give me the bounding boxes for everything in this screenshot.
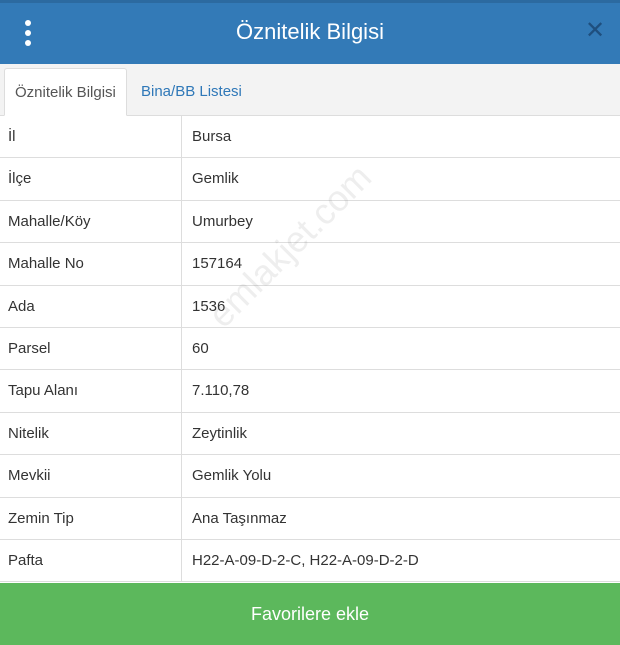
row-key: Pafta	[0, 539, 182, 582]
table-row: Nitelik Zeytinlik	[0, 412, 620, 456]
tab-bar: Öznitelik Bilgisi Bina/BB Listesi	[0, 64, 620, 116]
table-row: Pafta H22-A-09-D-2-C, H22-A-09-D-2-D	[0, 539, 620, 583]
tab-attribute-info[interactable]: Öznitelik Bilgisi	[4, 68, 127, 116]
row-value: 1536	[192, 297, 226, 315]
row-key: İl	[0, 116, 182, 158]
row-key: İlçe	[0, 158, 182, 200]
dialog-title: Öznitelik Bilgisi	[236, 19, 384, 44]
row-value: H22-A-09-D-2-C, H22-A-09-D-2-D	[192, 551, 419, 569]
table-row: Tapu Alanı 7.110,78	[0, 370, 620, 413]
close-icon[interactable]: ✕	[584, 19, 606, 43]
row-value: Gemlik Yolu	[192, 467, 272, 485]
row-key: Tapu Alanı	[0, 370, 182, 412]
table-row: Mahalle No 157164	[0, 243, 620, 286]
row-value: 7.110,78	[192, 382, 250, 400]
table-row: Mahalle/Köy Umurbey	[0, 200, 620, 244]
row-value: Gemlik	[192, 170, 239, 188]
dialog-header: Öznitelik Bilgisi ✕	[0, 0, 620, 64]
table-row: İlçe Gemlik	[0, 158, 620, 201]
add-to-favorites-button[interactable]: Favorilere ekle	[0, 583, 620, 645]
row-key: Mahalle/Köy	[0, 200, 182, 243]
row-key: Zemin Tip	[0, 497, 182, 539]
table-row: Zemin Tip Ana Taşınmaz	[0, 497, 620, 540]
row-value: Zeytinlik	[192, 424, 248, 442]
row-key: Mevkii	[0, 455, 182, 497]
row-key: Mahalle No	[0, 243, 182, 285]
attribute-table: İl Bursa İlçe Gemlik Mahalle/Köy Umurbey…	[0, 116, 620, 583]
row-value: Bursa	[192, 128, 232, 145]
row-value: Ana Taşınmaz	[192, 509, 287, 527]
row-value: 60	[192, 339, 209, 357]
row-key: Parsel	[0, 327, 182, 370]
row-key: Nitelik	[0, 412, 182, 455]
row-key: Ada	[0, 285, 182, 327]
row-value: Umurbey	[192, 212, 253, 230]
row-value: 157164	[192, 255, 243, 273]
table-row: Parsel 60	[0, 327, 620, 371]
tab-building-list[interactable]: Bina/BB Listesi	[131, 68, 252, 116]
table-row: Mevkii Gemlik Yolu	[0, 455, 620, 498]
table-row: İl Bursa	[0, 116, 620, 159]
table-row: Ada 1536	[0, 285, 620, 328]
